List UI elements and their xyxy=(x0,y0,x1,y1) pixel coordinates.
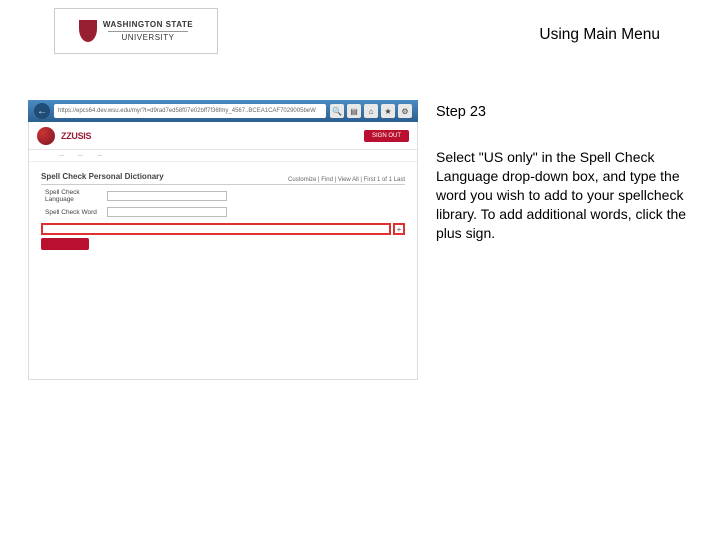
url-bar[interactable]: https://epcs64.dev.wsu.edu/my/?t=d9rad7e… xyxy=(54,104,326,118)
home-icon[interactable]: ⌂ xyxy=(364,104,378,118)
logo-line1: WASHINGTON STATE xyxy=(103,21,193,29)
add-word-plus-button[interactable]: + xyxy=(393,223,405,235)
page-title: Using Main Menu xyxy=(539,26,660,44)
step-body: Select "US only" in the Spell Check Lang… xyxy=(436,148,692,242)
language-row: Spell Check Language xyxy=(41,187,405,205)
app-area: ZZUSIS SIGN OUT — — — Spell Check Person… xyxy=(28,122,418,380)
logo-divider xyxy=(108,31,188,32)
instruction-column: Step 23 Select "US only" in the Spell Ch… xyxy=(436,100,692,380)
wsu-logo: WASHINGTON STATE UNIVERSITY xyxy=(54,8,218,54)
highlighted-input-row: + xyxy=(41,223,405,235)
language-label: Spell Check Language xyxy=(45,189,99,203)
star-icon[interactable]: ★ xyxy=(381,104,395,118)
embedded-screenshot: ← https://epcs64.dev.wsu.edu/my/?t=d9rad… xyxy=(28,100,418,380)
word-label: Spell Check Word xyxy=(45,209,99,216)
word-display xyxy=(107,207,227,217)
content-row: ← https://epcs64.dev.wsu.edu/my/?t=d9rad… xyxy=(28,100,692,380)
sign-out-button[interactable]: SIGN OUT xyxy=(364,130,409,142)
back-icon[interactable]: ← xyxy=(34,103,50,119)
shield-icon xyxy=(79,20,97,42)
spellcheck-word-input[interactable] xyxy=(41,223,391,235)
search-icon[interactable]: 🔍 xyxy=(330,104,344,118)
browser-icon-group: 🔍 ▤ ⌂ ★ ⚙ xyxy=(330,104,412,118)
logo-line2: UNIVERSITY xyxy=(121,34,174,42)
app-header: ZZUSIS SIGN OUT xyxy=(29,122,417,150)
wsu-cougar-icon xyxy=(37,127,55,145)
browser-chrome: ← https://epcs64.dev.wsu.edu/my/?t=d9rad… xyxy=(28,100,418,122)
logo-text: WASHINGTON STATE UNIVERSITY xyxy=(103,21,193,42)
panel: Spell Check Personal Dictionary Customiz… xyxy=(29,162,417,260)
app-brand: ZZUSIS xyxy=(61,131,91,141)
nav-item[interactable]: — xyxy=(78,153,83,159)
nav-item[interactable]: — xyxy=(59,153,64,159)
app-nav: — — — xyxy=(29,150,417,162)
word-row: Spell Check Word xyxy=(41,205,405,219)
language-select[interactable] xyxy=(107,191,227,201)
nav-item[interactable]: — xyxy=(97,153,102,159)
tab-icon[interactable]: ▤ xyxy=(347,104,361,118)
gear-icon[interactable]: ⚙ xyxy=(398,104,412,118)
step-label: Step 23 xyxy=(436,104,692,120)
save-button[interactable] xyxy=(41,238,89,250)
